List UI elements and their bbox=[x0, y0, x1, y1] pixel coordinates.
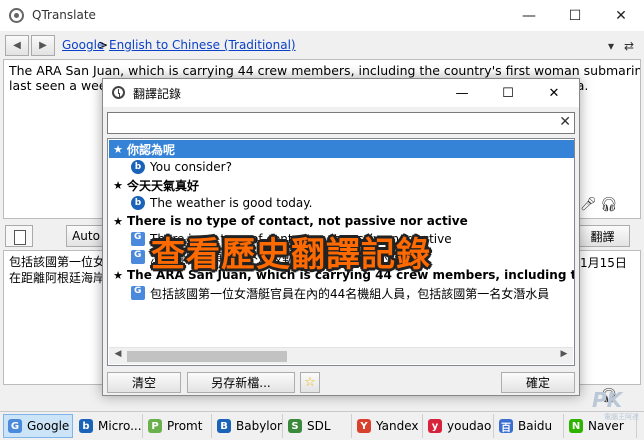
navigation-bar: ◀ ▶ Google > English to Chinese (Traditi… bbox=[0, 33, 644, 59]
babylon-icon: B bbox=[217, 419, 231, 433]
clear-history-button[interactable]: 清空 bbox=[107, 372, 181, 393]
swap-languages-icon[interactable]: ⇄ bbox=[620, 36, 638, 56]
translate-button[interactable]: 翻譯 bbox=[575, 225, 630, 247]
horizontal-scrollbar[interactable]: ◀ ▶ bbox=[109, 347, 573, 364]
listen-icon[interactable]: 🎧︎ bbox=[600, 197, 618, 213]
options-dropdown-icon[interactable]: ▾ bbox=[602, 36, 620, 56]
star-icon: ★ bbox=[113, 178, 123, 192]
service-tab-micro[interactable]: b Micro... bbox=[75, 414, 143, 438]
history-translation-row[interactable]: b You consider? bbox=[109, 158, 574, 176]
star-icon: ★ bbox=[113, 268, 123, 282]
scroll-left-icon[interactable]: ◀ bbox=[110, 349, 126, 363]
service-tab-label: Babylon bbox=[236, 419, 283, 433]
service-tab-baidu[interactable]: 百 Baidu bbox=[495, 414, 564, 438]
history-clock-icon bbox=[112, 86, 125, 99]
naver-icon: N bbox=[569, 419, 583, 433]
google-icon: G bbox=[8, 419, 22, 433]
scroll-right-icon[interactable]: ▶ bbox=[556, 349, 572, 363]
history-translation-text: The weather is good today. bbox=[150, 196, 313, 210]
watermark-logo: PK bbox=[592, 388, 623, 412]
watermark-subtext: 電腦王阿達 bbox=[604, 413, 639, 421]
back-button[interactable]: ◀ bbox=[5, 35, 29, 56]
service-tab-label: Google bbox=[27, 419, 70, 433]
service-tab-google[interactable]: G Google bbox=[3, 414, 73, 438]
bing-icon: b bbox=[131, 196, 145, 210]
service-tab-label: Baidu bbox=[518, 419, 553, 433]
history-source-text: 你認為呢 bbox=[127, 142, 176, 157]
star-icon: ★ bbox=[113, 214, 123, 228]
service-tab-yandex[interactable]: Y Yandex bbox=[353, 414, 423, 438]
clear-search-icon[interactable]: ✕ bbox=[559, 114, 571, 130]
yandex-icon: Y bbox=[357, 419, 371, 433]
history-entry[interactable]: ★ 你認為呢 bbox=[109, 140, 574, 158]
history-translation-text: You consider? bbox=[150, 160, 232, 174]
translation-services-bar: G Google b Micro... P Promt B Babylon S SDL Y Yande… bbox=[0, 411, 644, 440]
google-icon bbox=[131, 250, 145, 264]
service-tab-promt[interactable]: P Promt bbox=[144, 414, 212, 438]
dialog-minimize-button[interactable]: — bbox=[439, 79, 485, 107]
target-text-fragment: 1月15日 bbox=[580, 256, 627, 270]
scrollbar-thumb[interactable] bbox=[127, 351, 287, 362]
favorite-star-icon[interactable]: ☆ bbox=[300, 372, 320, 393]
maximize-button[interactable]: ☐ bbox=[552, 0, 598, 31]
dialog-title-bar: 翻譯記錄 — ☐ ✕ bbox=[103, 79, 579, 107]
youdao-icon: y bbox=[428, 419, 442, 433]
history-search-input[interactable]: ✕ bbox=[107, 112, 575, 134]
title-bar: QTranslate — ☐ ✕ bbox=[0, 0, 644, 31]
history-dialog: 翻譯記錄 — ☐ ✕ ✕ ★ 你認為呢 b You consider? ★ 今天… bbox=[102, 78, 580, 396]
history-translation-text: 包括該國第一位女潛艇官員在內的44名機組人員，包括該國第一名女潛水員 bbox=[150, 286, 550, 301]
breadcrumb-separator: > bbox=[98, 38, 109, 52]
google-icon bbox=[131, 232, 145, 246]
source-text-line: The ARA San Juan, which is carrying 44 c… bbox=[9, 63, 640, 78]
service-tab-label: SDL bbox=[307, 419, 331, 433]
baidu-icon: 百 bbox=[499, 419, 513, 434]
history-translation-row[interactable]: 包括該國第一位女潛艇官員在內的44名機組人員，包括該國第一名女潛水員 bbox=[109, 284, 574, 302]
service-tab-label: Promt bbox=[167, 419, 203, 433]
qtranslate-app-icon bbox=[9, 8, 24, 23]
service-tab-label: Micro... bbox=[98, 419, 142, 433]
microphone-icon[interactable]: 🎤︎ bbox=[580, 197, 597, 212]
ok-button[interactable]: 確定 bbox=[501, 372, 575, 393]
history-source-text: There is no type of contact, not passive… bbox=[127, 214, 468, 228]
history-entry[interactable]: ★ 今天天氣真好 bbox=[109, 176, 574, 194]
service-tab-babylon[interactable]: B Babylon bbox=[213, 414, 283, 438]
service-tab-label: Yandex bbox=[376, 419, 419, 433]
dialog-title: 翻譯記錄 bbox=[133, 87, 182, 101]
service-tab-sdl[interactable]: S SDL bbox=[284, 414, 352, 438]
auto-detect-button[interactable]: Auto bbox=[66, 225, 106, 247]
forward-button[interactable]: ▶ bbox=[31, 35, 55, 56]
document-icon[interactable] bbox=[5, 225, 33, 247]
history-source-text: 今天天氣真好 bbox=[127, 178, 200, 193]
save-as-button[interactable]: 另存新檔... bbox=[187, 372, 295, 393]
window-title: QTranslate bbox=[32, 8, 96, 22]
overlay-caption: 查看歷史翻譯記錄 bbox=[151, 235, 431, 275]
dialog-maximize-button[interactable]: ☐ bbox=[485, 79, 531, 107]
bing-icon: b bbox=[131, 160, 145, 174]
service-tab-youdao[interactable]: y youdao bbox=[424, 414, 494, 438]
language-direction-link[interactable]: English to Chinese (Traditional) bbox=[109, 38, 296, 52]
sdl-icon: S bbox=[288, 419, 302, 433]
service-tab-label: youdao bbox=[447, 419, 492, 433]
google-icon bbox=[131, 286, 145, 300]
history-translation-row[interactable]: b The weather is good today. bbox=[109, 194, 574, 212]
bing-icon: b bbox=[79, 419, 93, 433]
dialog-close-button[interactable]: ✕ bbox=[531, 79, 577, 107]
minimize-button[interactable]: — bbox=[506, 0, 552, 31]
promt-icon: P bbox=[148, 419, 162, 433]
star-icon: ★ bbox=[113, 142, 123, 156]
close-button[interactable]: ✕ bbox=[598, 0, 644, 31]
